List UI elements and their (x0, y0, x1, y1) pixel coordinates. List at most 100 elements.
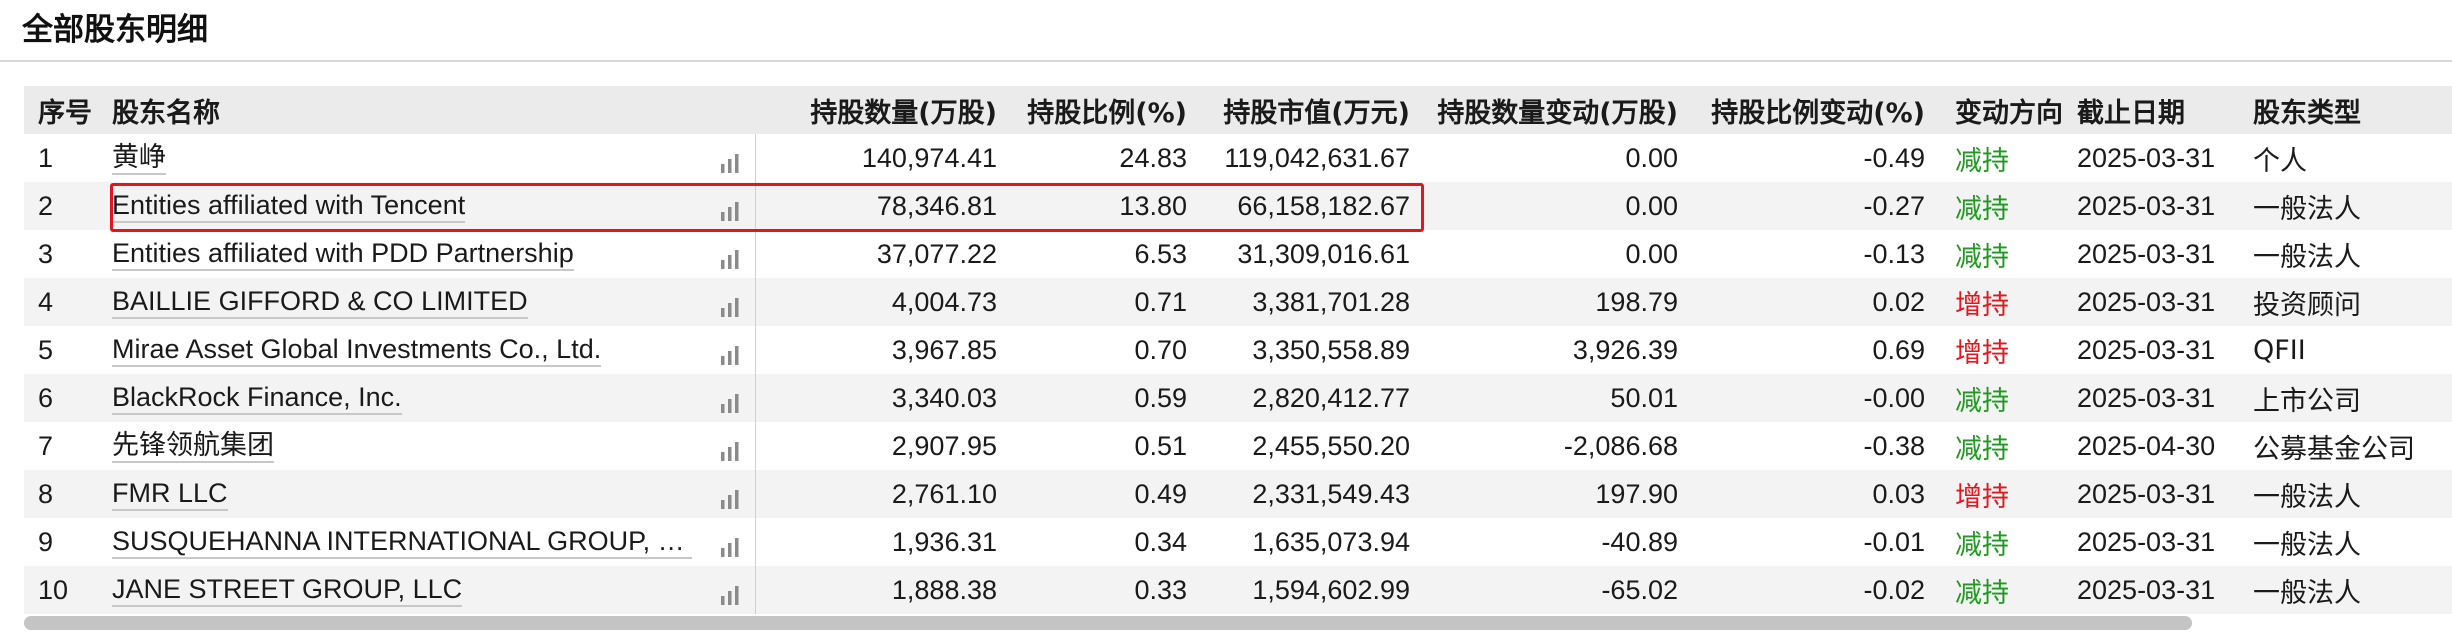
shareholder-name-link[interactable]: BAILLIE GIFFORD & CO LIMITED (112, 285, 528, 319)
bar-chart-icon[interactable] (718, 534, 744, 559)
cell-value: 119,042,631.67 (1224, 142, 1410, 173)
bar-chart-icon[interactable] (718, 246, 744, 271)
header-name: 股东名称 (112, 97, 220, 129)
cell-divider (746, 182, 756, 230)
shareholder-name-link[interactable]: Entities affiliated with PDD Partnership (112, 237, 574, 271)
cell-qty: 37,077.22 (876, 238, 997, 269)
cell-qty: 2,761.10 (891, 478, 997, 509)
cell-name: Entities affiliated with PDD Partnership (112, 237, 746, 271)
cell-qty-change: 198.79 (1595, 286, 1678, 317)
shareholder-name-link[interactable]: Mirae Asset Global Investments Co., Ltd. (112, 333, 602, 367)
shareholder-name-link[interactable]: FMR LLC (112, 477, 228, 511)
header-date: 截止日期 (2077, 97, 2185, 129)
title-divider (0, 60, 2452, 62)
cell-date: 2025-03-31 (2077, 382, 2216, 413)
bar-chart-icon[interactable] (718, 438, 744, 463)
cell-divider (746, 134, 756, 182)
table-row: 9 SUSQUEHANNA INTERNATIONAL GROUP, LLP 1,9… (24, 518, 2452, 566)
header-value[interactable]: 持股市值(万元) (1195, 91, 1418, 130)
cell-qty: 4,004.73 (891, 286, 997, 317)
cell-no: 10 (38, 574, 69, 605)
table-row: 4 BAILLIE GIFFORD & CO LIMITED 4,004.73 0.7… (24, 278, 2452, 326)
shareholder-name-link[interactable]: BlackRock Finance, Inc. (112, 381, 402, 415)
bar-chart-icon[interactable] (718, 294, 744, 319)
bar-chart-icon[interactable] (718, 198, 744, 223)
cell-divider (746, 326, 756, 374)
cell-pct: 0.51 (1134, 430, 1187, 461)
cell-pct: 6.53 (1134, 238, 1187, 269)
header-pct[interactable]: 持股比例(%) (1005, 91, 1195, 130)
cell-pct-change: -0.27 (1863, 190, 1925, 221)
table-row: 2 Entities affiliated with Tencent 78,346.… (24, 182, 2452, 230)
header-qty[interactable]: 持股数量(万股) (756, 91, 1005, 130)
cell-qty-change: 0.00 (1625, 142, 1678, 173)
bar-chart-icon[interactable] (718, 342, 744, 367)
cell-type: 投资顾问 (2253, 289, 2361, 321)
cell-divider (746, 374, 756, 422)
page-title: 全部股东明细 (22, 12, 208, 48)
cell-direction: 减持 (1955, 529, 2009, 561)
header-spacer (746, 86, 756, 134)
cell-direction: 增持 (1955, 481, 2009, 513)
bar-chart-icon[interactable] (718, 486, 744, 511)
cell-value: 1,594,602.99 (1252, 574, 1410, 605)
shareholder-name-link[interactable]: SUSQUEHANNA INTERNATIONAL GROUP, LLP (112, 525, 692, 559)
cell-date: 2025-03-31 (2077, 238, 2216, 269)
cell-qty-change: -2,086.68 (1563, 430, 1678, 461)
cell-pct: 0.49 (1134, 478, 1187, 509)
cell-date: 2025-04-30 (2077, 430, 2216, 461)
cell-pct-change: -0.02 (1863, 574, 1925, 605)
cell-no: 7 (38, 430, 54, 461)
cell-type: 一般法人 (2253, 577, 2361, 609)
cell-qty: 1,936.31 (891, 526, 997, 557)
cell-name: BAILLIE GIFFORD & CO LIMITED (112, 285, 746, 319)
header-no: 序号 (38, 97, 92, 129)
cell-qty-change: 0.00 (1625, 190, 1678, 221)
bar-chart-icon[interactable] (718, 390, 744, 415)
cell-type: 一般法人 (2253, 193, 2361, 225)
header-type: 股东类型 (2253, 97, 2361, 129)
cell-no: 2 (38, 190, 54, 221)
cell-pct: 0.34 (1134, 526, 1187, 557)
bar-chart-icon[interactable] (718, 150, 744, 175)
cell-type: 一般法人 (2253, 241, 2361, 273)
cell-type: 上市公司 (2253, 385, 2361, 417)
cell-pct: 24.83 (1119, 142, 1187, 173)
shareholder-name-link[interactable]: 先锋领航集团 (112, 429, 274, 463)
cell-pct: 0.59 (1134, 382, 1187, 413)
header-pct-change[interactable]: 持股比例变动(%) (1686, 91, 1933, 130)
cell-date: 2025-03-31 (2077, 574, 2216, 605)
cell-pct-change: -0.00 (1863, 382, 1925, 413)
shareholder-name-link[interactable]: Entities affiliated with Tencent (112, 189, 466, 223)
cell-name: 先锋领航集团 (112, 429, 746, 463)
shareholder-name-link[interactable]: JANE STREET GROUP, LLC (112, 573, 463, 607)
table-row: 3 Entities affiliated with PDD Partnershi… (24, 230, 2452, 278)
cell-pct-change: 0.02 (1872, 286, 1925, 317)
cell-date: 2025-03-31 (2077, 142, 2216, 173)
cell-direction: 减持 (1955, 145, 2009, 177)
shareholder-name-link[interactable]: 黄峥 (112, 141, 166, 175)
cell-qty: 2,907.95 (891, 430, 997, 461)
cell-qty-change: 3,926.39 (1572, 334, 1678, 365)
cell-qty-change: -40.89 (1601, 526, 1678, 557)
cell-qty: 140,974.41 (861, 142, 997, 173)
cell-direction: 减持 (1955, 433, 2009, 465)
cell-qty: 78,346.81 (876, 190, 997, 221)
cell-qty-change: 0.00 (1625, 238, 1678, 269)
header-qty-change[interactable]: 持股数量变动(万股) (1418, 91, 1686, 130)
cell-direction: 减持 (1955, 385, 2009, 417)
cell-date: 2025-03-31 (2077, 190, 2216, 221)
cell-value: 3,350,558.89 (1252, 334, 1410, 365)
shareholder-table: 序号 股东名称 持股数量(万股) 持股比例(%) 持股市值(万元) 持股数量变动… (24, 86, 2452, 614)
cell-date: 2025-03-31 (2077, 478, 2216, 509)
cell-direction: 减持 (1955, 241, 2009, 273)
cell-pct: 0.33 (1134, 574, 1187, 605)
cell-direction: 减持 (1955, 193, 2009, 225)
cell-value: 66,158,182.67 (1237, 190, 1410, 221)
cell-direction: 减持 (1955, 577, 2009, 609)
cell-name: Mirae Asset Global Investments Co., Ltd. (112, 333, 746, 367)
horizontal-scrollbar-thumb[interactable] (24, 616, 2192, 630)
cell-type: 一般法人 (2253, 529, 2361, 561)
bar-chart-icon[interactable] (718, 582, 744, 607)
cell-divider (746, 422, 756, 470)
